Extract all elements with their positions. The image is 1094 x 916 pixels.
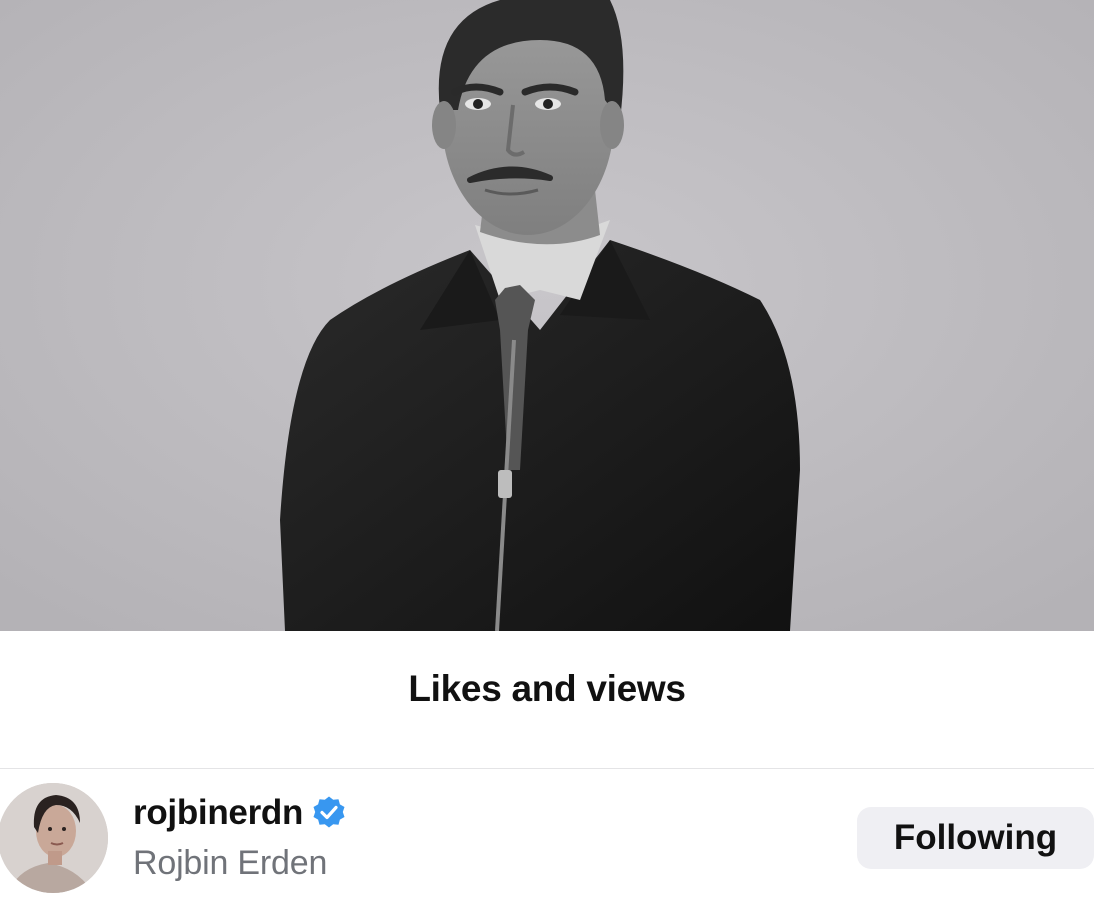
user-list-item[interactable]: rojbinerdn Rojbin Erden Following [0, 769, 1094, 916]
verified-badge-icon [311, 795, 347, 831]
username[interactable]: rojbinerdn [133, 793, 303, 833]
likes-and-views-screen: Likes and views rojbinerdn Rojbin Erden … [0, 0, 1094, 916]
following-button[interactable]: Following [857, 807, 1094, 869]
post-photo[interactable] [0, 0, 1094, 631]
full-name: Rojbin Erden [133, 844, 328, 882]
username-line: rojbinerdn [133, 793, 347, 833]
post-photo-image [0, 0, 1094, 631]
avatar[interactable] [0, 783, 108, 893]
sheet-title: Likes and views [408, 668, 686, 709]
avatar-image [0, 783, 108, 893]
